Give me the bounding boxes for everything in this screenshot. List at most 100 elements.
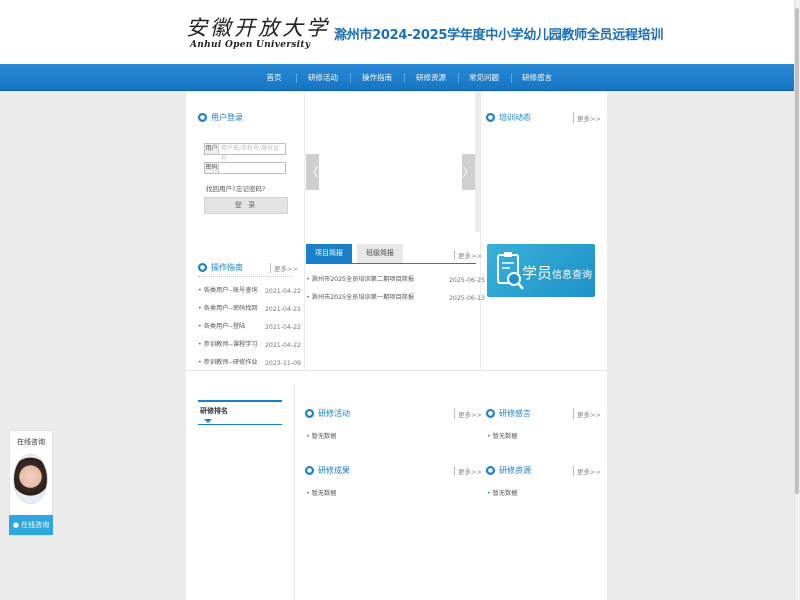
brief-item-date: 2025-06-13 <box>449 295 485 302</box>
guide-item-text: 各类用户--登陆 <box>203 323 246 330</box>
bullet: • <box>306 433 310 440</box>
divider <box>294 384 295 600</box>
brief-item-text: 滁州市2025全员培训第一期项目简报 <box>311 294 415 301</box>
bullet: • <box>487 490 491 497</box>
carousel-prev-button[interactable]: 〈 <box>306 154 319 190</box>
banner-text-small: 信息查询 <box>552 270 593 281</box>
reflections-empty: • 暂无数据 <box>487 431 517 443</box>
achievements-title: 研修成果 <box>318 465 350 475</box>
brief-item[interactable]: • 滁州市2025全员培训第一期项目简报 <box>306 292 414 304</box>
guide-item[interactable]: • 各类用户--账号查询 <box>198 285 258 297</box>
empty-text: 暂无数据 <box>492 433 518 440</box>
scrollbar-thumb[interactable] <box>795 8 799 494</box>
bullet: • <box>198 359 202 366</box>
guide-item-text: 参训教师--研修作业 <box>203 359 258 366</box>
guide-item-date: 2021-04-22 <box>265 306 301 313</box>
briefs-more-link[interactable]: 更多>> <box>454 250 482 260</box>
activities-empty: • 暂无数据 <box>306 431 336 443</box>
activities-more-link[interactable]: 更多>> <box>454 409 482 419</box>
resources-icon: ● <box>486 465 495 475</box>
site-title: 滁州市2024-2025学年度中小学幼儿园教师全员远程培训 <box>334 28 664 43</box>
resources-title: 研修资源 <box>499 465 531 475</box>
bullet: • <box>198 287 202 294</box>
empty-text: 暂无数据 <box>311 433 337 440</box>
guide-item[interactable]: • 各类用户--密码找回 <box>198 303 258 315</box>
brief-item-text: 滁州市2025全员培训第二期项目简报 <box>311 276 415 283</box>
username-placeholder: 用户名/手机号/身份证号 <box>221 145 280 162</box>
nav-reflections[interactable]: 研修感言 <box>510 64 564 91</box>
chat-icon: ● <box>12 521 19 529</box>
bullet: • <box>198 341 202 348</box>
guide-icon: ● <box>198 262 207 272</box>
bullet: • <box>306 294 310 301</box>
activities-section-title: ● 研修活动 <box>305 407 350 419</box>
guide-item-date: 2021-04-22 <box>265 342 301 349</box>
achievements-more-link[interactable]: 更多>> <box>454 466 482 476</box>
bullet: • <box>198 323 202 330</box>
main-nav: 首页 研修活动 操作指南 研修资源 常见问题 研修感言 <box>0 64 794 91</box>
achievements-empty: • 暂无数据 <box>306 488 336 500</box>
guide-item-text: 参训教师--课程学习 <box>203 341 258 348</box>
achievements-icon: ● <box>305 465 314 475</box>
consult-button-label: 在线咨询 <box>21 521 50 529</box>
news-more-link[interactable]: 更多>> <box>573 113 601 123</box>
username-label: 用户 <box>205 144 219 154</box>
tab-underline <box>306 263 476 264</box>
guide-section-title: ● 操作指南 <box>198 261 243 273</box>
bullet: • <box>487 433 491 440</box>
logo-chinese[interactable]: 安徽开放大学 <box>186 12 330 42</box>
forgot-user-link[interactable]: 找回用户? <box>206 183 235 193</box>
tab-class-briefs[interactable]: 班级简报 <box>357 244 403 263</box>
carousel <box>305 92 475 232</box>
banner-text-big: 学员 <box>522 264 553 282</box>
username-input[interactable]: 用户 用户名/手机号/身份证号 <box>204 143 286 162</box>
nav-resources[interactable]: 研修资源 <box>404 64 458 91</box>
user-icon: ● <box>198 112 207 122</box>
password-input[interactable]: 密码 <box>204 162 286 174</box>
password-label: 密码 <box>205 163 219 173</box>
empty-text: 暂无数据 <box>311 490 337 497</box>
activities-icon: ● <box>305 408 314 418</box>
guide-item-date: 2023-11-09 <box>265 360 301 367</box>
nav-home[interactable]: 首页 <box>247 64 301 91</box>
news-section-title: ● 培训动态 <box>486 111 531 123</box>
reflections-title: 研修感言 <box>499 408 531 418</box>
guide-item-date: 2021-04-22 <box>265 324 301 331</box>
nav-guide[interactable]: 操作指南 <box>350 64 404 91</box>
nav-faq[interactable]: 常见问题 <box>457 64 511 91</box>
bullet: • <box>198 305 202 312</box>
carousel-next-button[interactable]: 〉 <box>462 154 475 190</box>
brief-item-date: 2025-06-25 <box>449 277 485 284</box>
tab-project-briefs[interactable]: 项目简报 <box>306 244 352 263</box>
resources-more-link[interactable]: 更多>> <box>573 466 601 476</box>
bullet: • <box>306 276 310 283</box>
activities-title: 研修活动 <box>318 408 350 418</box>
news-icon: ● <box>486 112 495 122</box>
reflections-more-link[interactable]: 更多>> <box>573 409 601 419</box>
news-title: 培训动态 <box>499 112 531 122</box>
empty-text: 暂无数据 <box>492 490 518 497</box>
bullet: • <box>306 490 310 497</box>
guide-item-text: 各类用户--密码找回 <box>203 305 258 312</box>
online-consult-button[interactable]: ● 在线咨询 <box>9 515 53 535</box>
forgot-password-link[interactable]: 忘记密码? <box>236 183 265 193</box>
guide-item[interactable]: • 参训教师--课程学习 <box>198 339 258 351</box>
nav-activities[interactable]: 研修活动 <box>296 64 350 91</box>
reflections-icon: ● <box>486 408 495 418</box>
consult-title: 在线咨询 <box>17 438 45 446</box>
login-button[interactable]: 登 录 <box>204 197 288 214</box>
guide-item[interactable]: • 各类用户--登陆 <box>198 321 245 333</box>
right-panel <box>481 92 607 370</box>
achievements-section-title: ● 研修成果 <box>305 464 350 476</box>
login-section-title: ● 用户登录 <box>198 111 243 123</box>
guide-item[interactable]: • 参训教师--研修作业 <box>198 357 258 369</box>
resources-empty: • 暂无数据 <box>487 488 517 500</box>
reflections-section-title: ● 研修感言 <box>486 407 531 419</box>
banner-text: 学员信息查询 <box>522 262 592 283</box>
caret-down-icon <box>204 419 212 423</box>
guide-more-link[interactable]: 更多>> <box>270 263 298 273</box>
guide-title: 操作指南 <box>211 262 243 272</box>
resources-section-title: ● 研修资源 <box>486 464 531 476</box>
logo-english: Anhui Open University <box>190 40 311 50</box>
brief-item[interactable]: • 滁州市2025全员培训第二期项目简报 <box>306 274 414 286</box>
